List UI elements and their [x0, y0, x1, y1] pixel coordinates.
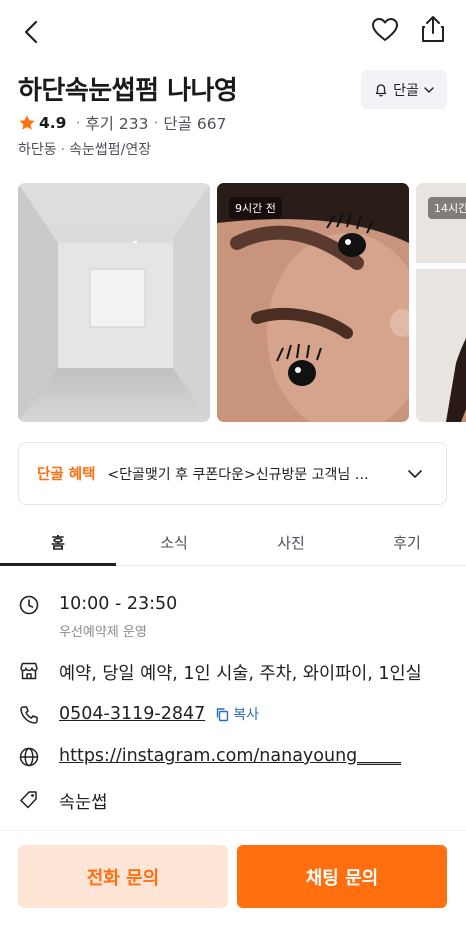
shop-title: 하단속눈썹펌 나나영 — [18, 76, 238, 106]
tag-icon — [20, 791, 37, 809]
website-link[interactable]: https://instagram.com/nanayoung_____ — [59, 746, 401, 766]
tab-bar: 홈 소식 사진 후기 — [0, 520, 466, 566]
globe-icon — [19, 747, 39, 767]
chevron-left-icon[interactable] — [16, 16, 48, 48]
copy-button[interactable]: 복사 — [215, 704, 259, 724]
call-inquiry-button[interactable]: 전화 문의 — [18, 845, 228, 908]
regular-button[interactable]: 단골 — [361, 70, 447, 109]
clock-icon — [19, 595, 39, 615]
rating-score: 4.9 — [39, 114, 67, 132]
bottom-action-bar: 전화 문의 채팅 문의 — [0, 830, 466, 927]
location-text: 하단동 — [18, 142, 57, 158]
hours-row: 10:00 - 23:50 — [18, 594, 177, 616]
phone-row: 0504-3119-2847 복사 — [18, 704, 259, 726]
time-badge: 9시간 전 — [229, 197, 282, 219]
regular-button-label: 단골 — [393, 82, 419, 99]
gallery-photo[interactable]: 14시간 전 — [416, 183, 466, 422]
category-text: 속눈썹펌/연장 — [69, 142, 152, 158]
gallery-photo[interactable]: 9시간 전 — [217, 183, 409, 422]
amenities-text: 예약, 당일 예약, 1인 시술, 주차, 와이파이, 1인실 — [59, 664, 422, 684]
tab-reviews[interactable]: 후기 — [349, 532, 465, 553]
hours-text: 10:00 - 23:50 — [59, 594, 178, 614]
active-tab-indicator — [0, 563, 116, 566]
category-row: 하단동 · 속눈썹펌/연장 — [18, 142, 152, 158]
tab-news[interactable]: 소식 — [116, 532, 232, 553]
chevron-down-icon — [424, 86, 434, 93]
photo-gallery[interactable]: 9시간 전 14시간 전 — [18, 183, 466, 422]
tag-row: 속눈썹 — [18, 789, 107, 814]
phone-number[interactable]: 0504-3119-2847 — [59, 704, 205, 724]
rating-row: 4.9 · 후기 233 · 단골 667 — [18, 112, 226, 134]
store-icon — [20, 662, 38, 680]
phone-icon — [20, 706, 38, 724]
tab-photos[interactable]: 사진 — [233, 532, 349, 553]
website-row: https://instagram.com/nanayoung_____ — [18, 746, 401, 768]
share-icon[interactable] — [418, 13, 448, 45]
tab-home[interactable]: 홈 — [0, 532, 116, 553]
chat-inquiry-button[interactable]: 채팅 문의 — [237, 845, 447, 908]
benefit-label: 단골 혜택 — [37, 467, 96, 483]
gallery-photo[interactable] — [18, 183, 210, 422]
amenities-row: 예약, 당일 예약, 1인 시술, 주차, 와이파이, 1인실 — [18, 660, 422, 685]
benefit-text: <단골맺기 후 쿠폰다운>신규방문 고객님 대상 할인 — [107, 466, 377, 483]
hours-note: 우선예약제 운영 — [59, 625, 147, 640]
star-icon — [19, 115, 35, 130]
review-count[interactable]: 후기 233 — [85, 112, 148, 134]
regular-benefit-box[interactable]: 단골 혜택 <단골맺기 후 쿠폰다운>신규방문 고객님 대상 할인 — [18, 442, 447, 505]
top-bar — [0, 0, 466, 62]
tag-text: 속눈썹 — [59, 793, 108, 813]
chevron-down-icon[interactable] — [406, 465, 424, 483]
heart-icon[interactable] — [370, 15, 400, 45]
copy-label: 복사 — [233, 707, 260, 723]
bell-icon — [375, 83, 387, 96]
copy-icon — [217, 707, 229, 721]
time-badge: 14시간 전 — [428, 197, 466, 219]
regular-count: 단골 667 — [163, 115, 227, 133]
